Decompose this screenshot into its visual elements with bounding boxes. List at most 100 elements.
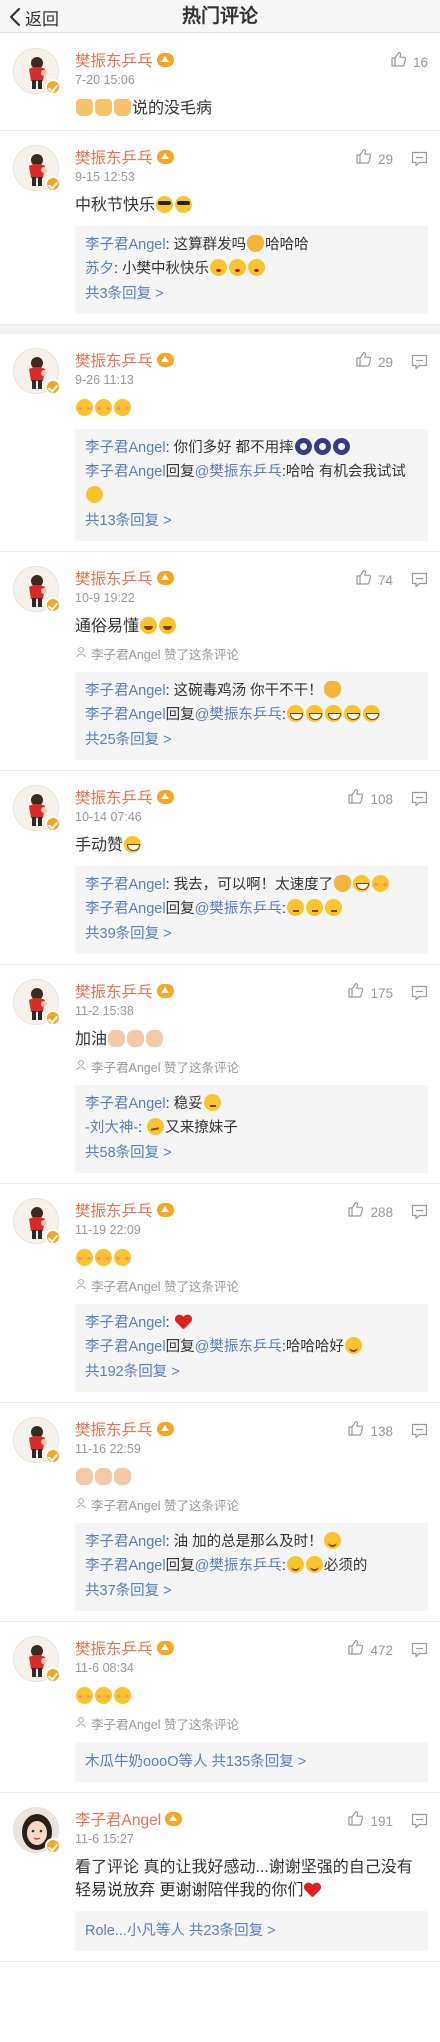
comment-time: 10-9 19:22: [75, 591, 135, 605]
author-row: 樊振东乒乓: [75, 147, 428, 167]
user-icon: [75, 1059, 87, 1074]
author-name[interactable]: 樊振东乒乓: [75, 1199, 153, 1221]
text-fragment: 回复: [165, 1558, 195, 1574]
author-name[interactable]: 樊振东乒乓: [75, 980, 153, 1002]
blush-emoji-icon: [372, 875, 390, 892]
grin-emoji-icon: [140, 617, 158, 634]
comment-body: 樊振东乒乓 11-16 22:59 李子君Angel 赞了这条评论李子君Angel:…: [0, 1403, 440, 1621]
author-row: 樊振东乒乓: [75, 981, 428, 1001]
laugh-emoji-icon: [305, 705, 323, 722]
reply-author-link[interactable]: @樊振东乒乓: [195, 901, 282, 917]
comment-time: 11-6 08:34: [75, 1661, 134, 1675]
liked-by-text: 李子君Angel 赞了这条评论: [91, 1061, 239, 1075]
author-name[interactable]: 樊振东乒乓: [75, 1418, 153, 1440]
reply-author-link[interactable]: @樊振东乒乓: [195, 464, 282, 480]
laugh-emoji-icon: [124, 836, 142, 853]
text-fragment: : 我去，可以啊！太速度了: [165, 877, 334, 893]
reply-author-link[interactable]: @樊振东乒乓: [195, 1558, 282, 1574]
view-all-replies-link[interactable]: 共58条回复 >: [85, 1140, 418, 1166]
reply-line: 李子君Angel回复@樊振东乒乓:哈哈哈好: [85, 1335, 418, 1359]
comment-time: 11-19 22:09: [75, 1223, 141, 1237]
reply-line: 李子君Angel回复@樊振东乒乓: 必须的: [85, 1554, 418, 1578]
author-name[interactable]: 樊振东乒乓: [75, 567, 153, 589]
author-row: 樊振东乒乓: [75, 50, 428, 70]
text-fragment: 回复: [165, 464, 195, 480]
blush-emoji-icon: [95, 399, 112, 416]
reply-author-link[interactable]: 李子君Angel: [85, 1534, 166, 1550]
reply-line: 李子君Angel: 这碗毒鸡汤 你干不干！: [85, 679, 418, 703]
view-all-replies-link[interactable]: 木瓜牛奶oooO等人 共135条回复 >: [85, 1749, 418, 1775]
view-all-replies-link[interactable]: 共25条回复 >: [85, 727, 418, 753]
author-name[interactable]: 樊振东乒乓: [75, 349, 153, 371]
fist-emoji-icon: [127, 1030, 145, 1047]
author-name[interactable]: 李子君Angel: [75, 1808, 161, 1830]
text-fragment: : 油 加的总是那么及时！: [165, 1534, 323, 1550]
shock-emoji-icon: [313, 438, 331, 455]
comment-text: 加油: [75, 1028, 428, 1051]
comment-body: 樊振东乒乓 11-2 15:38 加油 李子君Angel 赞了这条评论 李子君Angel…: [0, 965, 440, 1183]
think-emoji-icon: [203, 1094, 221, 1111]
comment-text: [75, 397, 428, 420]
reply-author-link[interactable]: 李子君Angel: [85, 683, 166, 699]
author-name[interactable]: 樊振东乒乓: [75, 786, 153, 808]
reply-author-link[interactable]: @樊振东乒乓: [195, 707, 282, 723]
liked-by-text: 李子君Angel 赞了这条评论: [91, 1280, 239, 1294]
blush-emoji-icon: [95, 1687, 112, 1704]
text-fragment: 通俗易懂: [75, 618, 140, 635]
shy-emoji-icon: [210, 259, 228, 276]
smile-emoji-icon: [323, 1532, 341, 1549]
reply-author-link[interactable]: 苏夕: [85, 261, 114, 277]
reply-author-link[interactable]: 李子君Angel: [85, 1558, 166, 1574]
comment-text: [75, 1466, 428, 1489]
think-emoji-icon: [286, 899, 304, 916]
reply-author-link[interactable]: 李子君Angel: [85, 440, 166, 456]
view-all-replies-link[interactable]: 共13条回复 >: [85, 508, 418, 534]
reply-author-link[interactable]: 李子君Angel: [85, 707, 166, 723]
comment-time: 11-6 15:27: [75, 1832, 134, 1846]
comment-text: 说的没毛病: [75, 97, 428, 120]
text-fragment: :: [281, 1558, 286, 1574]
comment-time: 11-16 22:59: [75, 1442, 141, 1456]
reply-author-link[interactable]: -刘大神-: [85, 1120, 138, 1136]
vip-crown-icon: [156, 1422, 174, 1436]
reply-preview-box: Role...小凡等人 共23条回复 >: [75, 1911, 428, 1951]
smile-emoji-icon: [286, 1556, 304, 1573]
comment-time: 9-15 12:53: [75, 170, 135, 184]
view-all-replies-link[interactable]: Role...小凡等人 共23条回复 >: [85, 1918, 418, 1944]
author-name[interactable]: 樊振东乒乓: [75, 146, 153, 168]
reply-author-link[interactable]: 李子君Angel: [85, 901, 166, 917]
reply-author-link[interactable]: @樊振东乒乓: [195, 1339, 282, 1355]
view-all-replies-link[interactable]: 共3条回复 >: [85, 281, 418, 307]
comment-card: 175 樊振东乒乓 11-2 15:38 加油 李子君Angel 赞了这条评论 李子君An…: [0, 965, 440, 1184]
reply-line: 李子君Angel回复@樊振东乒乓:哈哈 有机会我试试: [85, 460, 418, 508]
view-all-replies-link[interactable]: 共192条回复 >: [85, 1359, 418, 1385]
liked-by-text: 李子君Angel 赞了这条评论: [91, 1499, 239, 1513]
think-emoji-icon: [324, 899, 342, 916]
view-all-replies-link[interactable]: 共37条回复 >: [85, 1578, 418, 1604]
reply-line: 李子君Angel回复@樊振东乒乓:: [85, 897, 418, 921]
laugh-emoji-icon: [362, 705, 380, 722]
shy-emoji-icon: [229, 259, 247, 276]
reply-author-link[interactable]: 李子君Angel: [85, 1315, 166, 1331]
reply-author-link[interactable]: 李子君Angel: [85, 464, 166, 480]
text-fragment: 哈哈哈: [265, 237, 309, 253]
blush-emoji-icon: [114, 1249, 131, 1266]
reply-author-link[interactable]: 李子君Angel: [85, 877, 166, 893]
reply-author-link[interactable]: 李子君Angel: [85, 1096, 166, 1112]
heart-emoji-icon: [175, 1313, 192, 1330]
fist-emoji-icon: [146, 1030, 164, 1047]
author-name[interactable]: 樊振东乒乓: [75, 49, 153, 71]
user-icon: [75, 1716, 87, 1731]
vip-crown-icon: [156, 150, 174, 164]
text-fragment: 加油: [75, 1031, 108, 1048]
reply-line: 李子君Angel: 这算群发吗 哈哈哈: [85, 233, 418, 257]
reply-preview-box: 李子君Angel: 我去，可以啊！太速度了 李子君Angel回复@樊振东乒乓: 共3…: [75, 866, 428, 954]
author-name[interactable]: 樊振东乒乓: [75, 1637, 153, 1659]
reply-preview-box: 李子君Angel: 这算群发吗 哈哈哈 苏夕: 小樊中秋快乐 共3条回复 >: [75, 226, 428, 314]
text-fragment: :哈哈哈好: [281, 1339, 344, 1355]
comment-text: 中秋节快乐: [75, 194, 428, 217]
reply-line: 李子君Angel: 我去，可以啊！太速度了: [85, 873, 418, 897]
reply-author-link[interactable]: 李子君Angel: [85, 237, 166, 253]
view-all-replies-link[interactable]: 共39条回复 >: [85, 921, 418, 947]
reply-author-link[interactable]: 李子君Angel: [85, 1339, 166, 1355]
